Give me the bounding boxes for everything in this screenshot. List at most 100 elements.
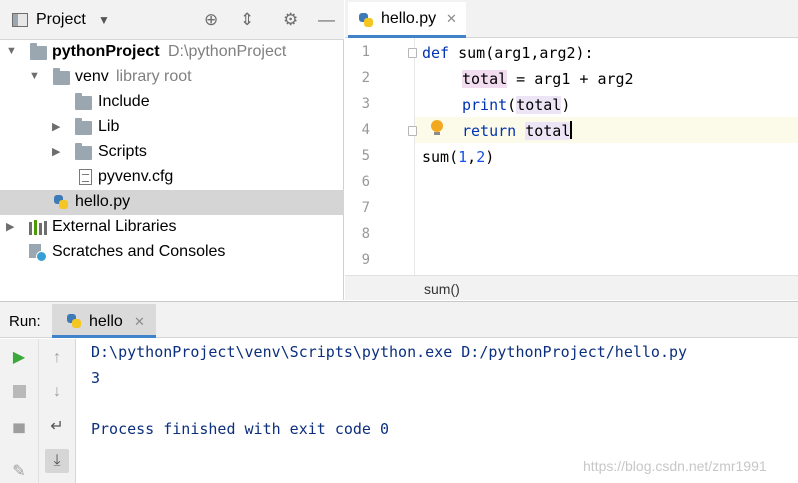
watermark: https://blog.csdn.net/zmr1991: [583, 458, 767, 474]
line-number: 9: [361, 252, 370, 268]
collapse-all-icon[interactable]: ⇕: [240, 10, 254, 30]
chevron-down-icon[interactable]: ▼: [98, 13, 110, 27]
code-line-1[interactable]: def sum(arg1,arg2):: [422, 42, 594, 68]
tree-item-label: hello.py: [75, 193, 131, 210]
library-icon: [29, 220, 47, 235]
tree-item-scratches[interactable]: Scratches and Consoles: [0, 240, 344, 265]
console-output-line: D:\pythonProject\venv\Scripts\python.exe…: [91, 343, 688, 361]
tree-item-hello-py[interactable]: hello.py: [0, 190, 344, 215]
lightbulb-icon[interactable]: [431, 120, 443, 135]
arrow-up-icon[interactable]: ↑: [45, 348, 69, 368]
run-toolbar: ▶ ▀ ✎ ↑ ↓ ↵ ⤓: [0, 339, 76, 483]
code-line-4[interactable]: return total: [462, 120, 573, 146]
tree-item-pythonproject[interactable]: ▼ pythonProject D:\pythonProject: [0, 40, 344, 65]
hide-panel-icon[interactable]: —: [318, 10, 335, 30]
keyword: def: [422, 44, 450, 62]
editor-tab-hello-py[interactable]: hello.py ✕: [348, 2, 466, 38]
run-panel: Run: hello ✕ ▶ ▀ ✎ ↑ ↓ ↵ ⤓ D:\pythonProj…: [0, 301, 798, 483]
line-number: 7: [361, 200, 370, 216]
text-file-icon: [79, 169, 92, 185]
line-number: 8: [361, 226, 370, 242]
tree-item-include[interactable]: Include: [0, 90, 344, 115]
folder-icon: [75, 93, 92, 110]
folder-icon: [75, 143, 92, 160]
folder-icon: [53, 68, 70, 85]
close-icon[interactable]: ✕: [446, 11, 457, 27]
tree-item-external-libraries[interactable]: ▶ External Libraries: [0, 215, 344, 240]
python-file-icon: [358, 12, 374, 28]
builtin-function: print: [462, 96, 508, 114]
stop-icon[interactable]: [13, 385, 26, 398]
line-number: 3: [361, 96, 370, 112]
number-literal: 1: [458, 148, 468, 166]
fold-marker-icon[interactable]: [408, 126, 417, 136]
console-output-line: Process finished with exit code 0: [91, 420, 390, 438]
editor-tab-label: hello.py: [381, 10, 437, 27]
variable: total: [516, 96, 562, 114]
tree-item-pyvenv-cfg[interactable]: pyvenv.cfg: [0, 165, 344, 190]
tree-item-label: Scratches and Consoles: [52, 243, 226, 260]
tree-item-path: D:\pythonProject: [168, 43, 287, 60]
line-number: 2: [361, 70, 370, 86]
line-number: 4: [361, 122, 370, 138]
line-number: 5: [361, 148, 370, 164]
python-file-icon: [53, 194, 69, 210]
tree-item-lib[interactable]: ▶ Lib: [0, 115, 344, 140]
code-text: = arg1 + arg2: [507, 70, 634, 88]
tree-item-label: Lib: [98, 118, 120, 135]
folder-icon: [30, 43, 47, 60]
tree-item-scripts[interactable]: ▶ Scripts: [0, 140, 344, 165]
rerun-icon[interactable]: ▶: [7, 348, 31, 368]
tree-item-label: Scripts: [98, 143, 147, 160]
variable: total: [525, 122, 571, 140]
code-text: ): [561, 96, 571, 114]
project-view-icon: [12, 13, 28, 27]
layout-icon[interactable]: ▀: [7, 424, 31, 444]
project-view-selector[interactable]: Project: [36, 11, 86, 29]
console-output-line: 3: [91, 369, 101, 387]
tree-item-label: venv: [75, 68, 109, 85]
expanded-arrow-icon[interactable]: ▼: [6, 45, 17, 57]
close-icon[interactable]: ✕: [134, 314, 145, 330]
locate-file-icon[interactable]: ⊕: [204, 10, 218, 30]
code-editor: hello.py ✕ 1 2 3 4 5 6 7 8 9 def sum(arg…: [345, 0, 798, 300]
expanded-arrow-icon[interactable]: ▼: [29, 70, 40, 82]
code-line-5[interactable]: sum(1,2): [422, 146, 494, 172]
tree-item-label: External Libraries: [52, 218, 177, 235]
run-tab-label: hello: [89, 313, 123, 330]
code-line-2[interactable]: total = arg1 + arg2: [462, 68, 634, 94]
code-text: ): [485, 148, 495, 166]
scroll-to-end-icon[interactable]: ⤓: [45, 449, 69, 473]
line-number: 1: [361, 44, 370, 60]
run-panel-header: Run: hello ✕: [0, 302, 798, 338]
run-tab-hello[interactable]: hello ✕: [52, 304, 156, 338]
pin-icon[interactable]: ✎: [7, 462, 31, 482]
number-literal: 2: [476, 148, 486, 166]
line-number: 6: [361, 174, 370, 190]
code-text: (: [507, 96, 517, 114]
soft-wrap-icon[interactable]: ↵: [45, 417, 69, 437]
breadcrumb-item[interactable]: sum(): [424, 281, 460, 297]
editor-gutter: 1 2 3 4 5 6 7 8 9: [345, 38, 417, 275]
code-text: ,: [467, 148, 477, 166]
scratches-icon: [29, 244, 47, 262]
folder-icon: [75, 118, 92, 135]
collapsed-arrow-icon[interactable]: ▶: [52, 120, 60, 133]
fold-marker-icon[interactable]: [408, 48, 417, 58]
python-file-icon: [66, 313, 82, 329]
code-line-3[interactable]: print(total): [462, 94, 570, 120]
collapsed-arrow-icon[interactable]: ▶: [6, 220, 14, 233]
tree-item-venv[interactable]: ▼ venv library root: [0, 65, 344, 90]
collapsed-arrow-icon[interactable]: ▶: [52, 145, 60, 158]
tree-item-label: pythonProject: [52, 43, 160, 60]
text-cursor: [570, 121, 573, 139]
editor-tab-bar: hello.py ✕: [345, 0, 798, 38]
arrow-down-icon[interactable]: ↓: [45, 382, 69, 402]
breadcrumb: sum(): [345, 275, 798, 300]
code-text: sum(: [422, 148, 459, 166]
project-panel-header: Project ▼ ⊕ ⇕ ⚙ —: [0, 0, 344, 40]
project-panel: Project ▼ ⊕ ⇕ ⚙ — ▼ pythonProject D:\pyt…: [0, 0, 344, 300]
code-text: sum(arg1,arg2):: [449, 44, 594, 62]
gear-icon[interactable]: ⚙: [283, 10, 298, 30]
tree-item-label: pyvenv.cfg: [98, 168, 174, 185]
